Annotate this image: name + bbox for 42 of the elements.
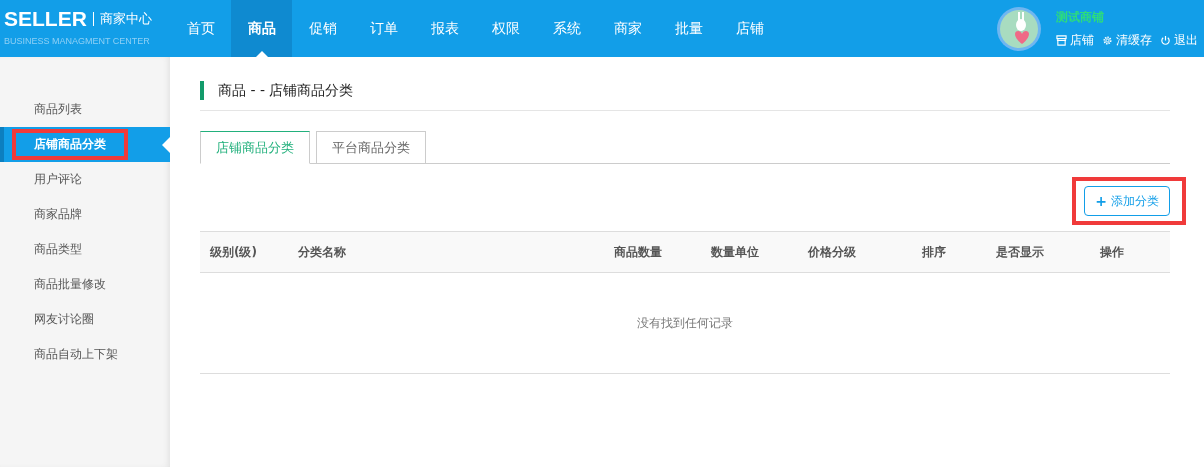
nav-tab[interactable]: 促销: [292, 0, 353, 57]
tab[interactable]: 平台商品分类: [316, 131, 426, 163]
column-header: 是否显示: [996, 243, 1045, 261]
nav-tab[interactable]: 店铺: [719, 0, 780, 57]
avatar: [996, 5, 1042, 52]
nav-tab[interactable]: 订单: [353, 0, 414, 57]
nav-tab[interactable]: 首页: [170, 0, 231, 57]
column-header: 排序: [922, 243, 947, 261]
column-header: 价格分级: [808, 243, 857, 261]
empty-message: 没有找到任何记录: [637, 314, 733, 332]
logo: SELLER: [4, 7, 87, 31]
column-header: 操作: [1100, 243, 1125, 261]
sidebar-item[interactable]: 商品自动上下架: [0, 337, 170, 372]
sidebar-item[interactable]: 用户评论: [0, 162, 170, 197]
header-link[interactable]: 店铺: [1056, 31, 1094, 49]
nav-tab[interactable]: 系统: [536, 0, 597, 57]
header-link[interactable]: 清缓存: [1102, 31, 1152, 49]
sidebar-item[interactable]: 网友讨论圈: [0, 302, 170, 337]
column-header: 级别(级): [210, 243, 258, 261]
column-header: 分类名称: [298, 243, 347, 261]
sidebar-item[interactable]: 商家品牌: [0, 197, 170, 232]
power-icon: [1160, 34, 1171, 46]
sidebar-item[interactable]: 商品列表: [0, 92, 170, 127]
sidebar-item[interactable]: 商品类型: [0, 232, 170, 267]
nav-tab[interactable]: 批量: [658, 0, 719, 57]
brand-subtitle: BUSINESS MANAGMENT CENTER: [4, 36, 151, 46]
nav-tab[interactable]: 权限: [475, 0, 536, 57]
sidebar-item[interactable]: 店铺商品分类: [0, 127, 170, 162]
settings-icon: [1102, 34, 1113, 46]
column-header: 数量单位: [711, 243, 760, 261]
page-title: 商品 - - 店铺商品分类: [218, 81, 354, 100]
nav-tab[interactable]: 商家: [597, 0, 658, 57]
column-header: 商品数量: [614, 243, 663, 261]
store-icon: [1056, 34, 1067, 46]
nav-tab[interactable]: 报表: [414, 0, 475, 57]
sidebar-item[interactable]: 商品批量修改: [0, 267, 170, 302]
store-name: 测试商铺: [1056, 8, 1105, 26]
nav-tab[interactable]: 商品: [231, 0, 292, 57]
header-link[interactable]: 退出: [1160, 31, 1198, 49]
add-category-button[interactable]: + 添加分类: [1084, 186, 1170, 216]
tab[interactable]: 店铺商品分类: [200, 131, 310, 164]
brand-title: 商家中心: [92, 12, 152, 26]
